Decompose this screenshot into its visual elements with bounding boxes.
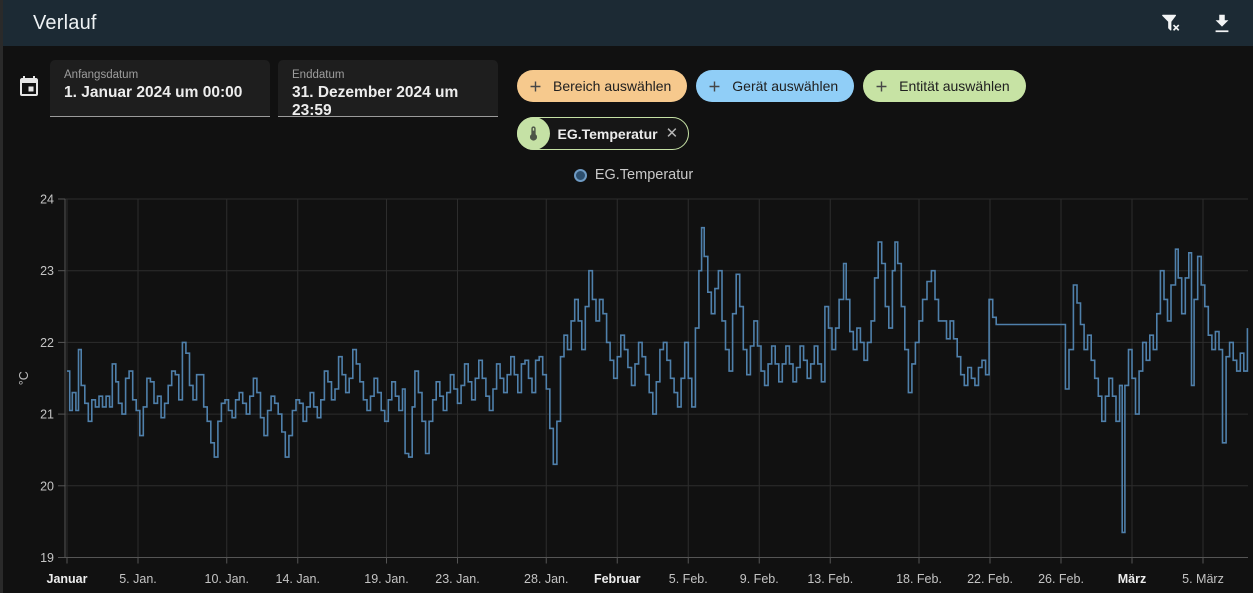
svg-text:20: 20 xyxy=(40,479,54,493)
entity-avatar xyxy=(516,117,550,150)
svg-text:10. Jan.: 10. Jan. xyxy=(205,572,249,586)
add-area-chip-label: Bereich auswählen xyxy=(553,78,672,94)
svg-text:14. Jan.: 14. Jan. xyxy=(276,572,320,586)
left-edge-strip xyxy=(0,0,3,593)
legend-item-eg-temperatur[interactable]: EG.Temperatur xyxy=(573,167,694,183)
entity-chip-eg-temperatur[interactable]: EG.Temperatur ✕ xyxy=(516,117,690,150)
add-entity-chip-label: Entität auswählen xyxy=(899,78,1010,94)
plus-icon xyxy=(876,81,887,91)
end-date-label: Enddatum xyxy=(292,69,345,81)
legend-marker xyxy=(573,168,587,182)
svg-text:5. Feb.: 5. Feb. xyxy=(669,572,708,586)
add-device-chip[interactable]: Gerät auswählen xyxy=(696,70,855,102)
svg-text:19. Jan.: 19. Jan. xyxy=(364,572,408,586)
legend-label: EG.Temperatur xyxy=(594,167,694,183)
svg-text:März: März xyxy=(1118,572,1146,586)
start-date-field[interactable]: Anfangsdatum 1. Januar 2024 um 00:00 xyxy=(50,60,270,117)
plus-icon xyxy=(530,81,541,91)
header-actions xyxy=(1157,10,1235,36)
download-icon xyxy=(1215,14,1229,33)
start-date-label: Anfangsdatum xyxy=(64,69,139,81)
svg-text:23. Jan.: 23. Jan. xyxy=(435,572,479,586)
svg-text:5. Jan.: 5. Jan. xyxy=(119,572,157,586)
svg-text:26. Feb.: 26. Feb. xyxy=(1038,572,1084,586)
svg-text:28. Jan.: 28. Jan. xyxy=(524,572,568,586)
close-icon[interactable]: ✕ xyxy=(666,126,679,141)
calendar-icon xyxy=(20,76,38,96)
svg-text:Januar: Januar xyxy=(47,572,88,586)
selected-entities-row: EG.Temperatur ✕ xyxy=(516,117,690,150)
calendar-button[interactable] xyxy=(17,75,41,102)
end-date-field[interactable]: Enddatum 31. Dezember 2024 um 23:59 xyxy=(278,60,498,119)
remove-filters-button[interactable] xyxy=(1157,10,1183,36)
entity-chip-label: EG.Temperatur xyxy=(557,125,658,142)
start-date-value: 1. Januar 2024 um 00:00 xyxy=(64,84,243,101)
filter-remove-icon xyxy=(1162,14,1180,31)
svg-text:22: 22 xyxy=(40,336,54,350)
svg-text:13. Feb.: 13. Feb. xyxy=(807,572,853,586)
svg-text:22. Feb.: 22. Feb. xyxy=(967,572,1013,586)
download-button[interactable] xyxy=(1209,10,1235,36)
svg-text:21: 21 xyxy=(40,408,54,422)
app-header: Verlauf xyxy=(0,0,1253,46)
svg-text:18. Feb.: 18. Feb. xyxy=(896,572,942,586)
thermometer-icon xyxy=(529,126,537,141)
svg-text:19: 19 xyxy=(40,551,54,565)
svg-text:Februar: Februar xyxy=(594,572,641,586)
plus-icon xyxy=(709,81,720,91)
svg-text:5. März: 5. März xyxy=(1182,572,1224,586)
svg-text:°C: °C xyxy=(17,371,31,385)
svg-text:24: 24 xyxy=(40,193,54,207)
svg-text:9. Feb.: 9. Feb. xyxy=(740,572,779,586)
chart-legend: EG.Temperatur xyxy=(0,167,1253,183)
filter-chips-row: Bereich auswählen Gerät auswählen Entitä… xyxy=(517,70,1026,102)
add-device-chip-label: Gerät auswählen xyxy=(732,78,839,94)
svg-text:23: 23 xyxy=(40,264,54,278)
add-area-chip[interactable]: Bereich auswählen xyxy=(517,70,688,102)
end-date-value: 31. Dezember 2024 um 23:59 xyxy=(292,84,459,119)
page-title: Verlauf xyxy=(33,11,97,34)
add-entity-chip[interactable]: Entität auswählen xyxy=(863,70,1026,102)
